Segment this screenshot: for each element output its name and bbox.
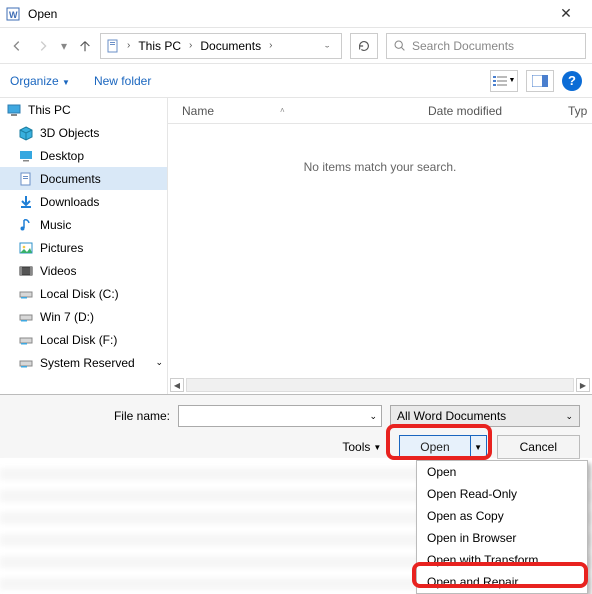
doc-icon [105, 38, 121, 54]
history-caret-icon[interactable]: ▾ [58, 35, 70, 57]
caret-down-icon: ▼ [509, 77, 516, 84]
word-icon: W [6, 6, 22, 22]
col-date[interactable]: Date modified [428, 104, 568, 118]
menu-open-transform[interactable]: Open with Transform [417, 549, 587, 571]
menu-open-browser[interactable]: Open in Browser [417, 527, 587, 549]
caret-down-icon: ▼ [373, 443, 381, 452]
empty-message: No items match your search. [168, 160, 592, 174]
breadcrumb[interactable]: › This PC › Documents › ⌄ [100, 33, 342, 59]
search-input[interactable]: Search Documents [386, 33, 586, 59]
help-button[interactable]: ? [562, 71, 582, 91]
breadcrumb-documents[interactable]: Documents [198, 39, 263, 53]
pictures-icon [18, 240, 34, 256]
filename-input[interactable]: ⌄ [178, 405, 382, 427]
close-icon[interactable]: ✕ [546, 5, 586, 22]
chevron-right-icon: › [267, 40, 274, 51]
open-dropdown-menu: Open Open Read-Only Open as Copy Open in… [416, 460, 588, 594]
sidebar-item-disk-f[interactable]: Local Disk (F:) [0, 328, 167, 351]
sort-caret-icon: ˄ [280, 106, 285, 115]
refresh-button[interactable] [350, 33, 378, 59]
newfolder-button[interactable]: New folder [94, 74, 151, 88]
caret-down-icon[interactable]: ⌄ [369, 411, 377, 422]
filename-label: File name: [12, 409, 170, 423]
column-headers[interactable]: Name ˄ Date modified Typ [168, 98, 592, 124]
forward-button[interactable] [32, 35, 54, 57]
sidebar-item-disk-c[interactable]: Local Disk (C:) [0, 282, 167, 305]
documents-icon [18, 171, 34, 187]
back-button[interactable] [6, 35, 28, 57]
drive-icon [18, 309, 34, 325]
caret-down-icon: ▼ [62, 78, 70, 87]
col-type[interactable]: Typ [568, 104, 592, 118]
col-name[interactable]: Name [182, 104, 214, 118]
open-split-button[interactable]: Open ▼ [399, 435, 486, 459]
nav-row: ▾ › This PC › Documents › ⌄ Search Docum… [0, 28, 592, 64]
tools-button[interactable]: Tools ▼ [342, 440, 381, 454]
chevron-right-icon: › [187, 40, 194, 51]
file-list-area: Name ˄ Date modified Typ No items match y… [168, 98, 592, 394]
window-title: Open [28, 7, 546, 21]
scroll-track[interactable] [186, 378, 574, 392]
sidebar-item-3d[interactable]: 3D Objects [0, 121, 167, 144]
open-button[interactable]: Open [400, 436, 469, 458]
scroll-right-icon[interactable]: ▶ [576, 378, 590, 392]
caret-down-icon: ⌄ [565, 411, 573, 422]
monitor-icon [6, 102, 22, 118]
sidebar-item-downloads[interactable]: Downloads [0, 190, 167, 213]
menu-open-copy[interactable]: Open as Copy [417, 505, 587, 527]
desktop-icon [18, 148, 34, 164]
sidebar-this-pc[interactable]: This PC [0, 98, 167, 121]
search-placeholder: Search Documents [412, 39, 514, 53]
breadcrumb-this-pc[interactable]: This PC [136, 39, 183, 53]
cube-icon [18, 125, 34, 141]
sidebar: This PC 3D Objects Desktop Documents Dow… [0, 98, 168, 394]
toolbar: Organize ▼ New folder ▼ ? [0, 64, 592, 98]
filetype-select[interactable]: All Word Documents ⌄ [390, 405, 580, 427]
sidebar-item-sysres[interactable]: System Reserved⌄ [0, 351, 167, 374]
sidebar-item-disk-d[interactable]: Win 7 (D:) [0, 305, 167, 328]
main-area: This PC 3D Objects Desktop Documents Dow… [0, 98, 592, 394]
preview-pane-button[interactable] [526, 70, 554, 92]
sidebar-item-music[interactable]: Music [0, 213, 167, 236]
music-icon [18, 217, 34, 233]
drive-icon [18, 355, 34, 371]
open-caret-button[interactable]: ▼ [470, 436, 486, 458]
scroll-left-icon[interactable]: ◀ [170, 378, 184, 392]
caret-down-icon: ⌄ [155, 357, 167, 368]
horizontal-scrollbar[interactable]: ◀ ▶ [168, 378, 592, 392]
search-icon [393, 39, 406, 52]
view-controls: ▼ ? [490, 70, 582, 92]
videos-icon [18, 263, 34, 279]
titlebar: W Open ✕ [0, 0, 592, 28]
sidebar-item-documents[interactable]: Documents [0, 167, 167, 190]
breadcrumb-caret-icon[interactable]: ⌄ [317, 42, 337, 50]
sidebar-item-videos[interactable]: Videos [0, 259, 167, 282]
menu-open-repair[interactable]: Open and Repair [417, 571, 587, 593]
sidebar-item-pictures[interactable]: Pictures [0, 236, 167, 259]
download-icon [18, 194, 34, 210]
organize-button[interactable]: Organize ▼ [10, 74, 70, 88]
view-list-button[interactable]: ▼ [490, 70, 518, 92]
menu-open[interactable]: Open [417, 461, 587, 483]
svg-text:W: W [9, 10, 18, 20]
drive-icon [18, 286, 34, 302]
sidebar-item-desktop[interactable]: Desktop [0, 144, 167, 167]
up-button[interactable] [74, 35, 96, 57]
bottom-pane: File name: ⌄ All Word Documents ⌄ Tools … [0, 394, 592, 458]
drive-icon [18, 332, 34, 348]
cancel-button[interactable]: Cancel [497, 435, 580, 459]
menu-open-readonly[interactable]: Open Read-Only [417, 483, 587, 505]
chevron-right-icon: › [125, 40, 132, 51]
